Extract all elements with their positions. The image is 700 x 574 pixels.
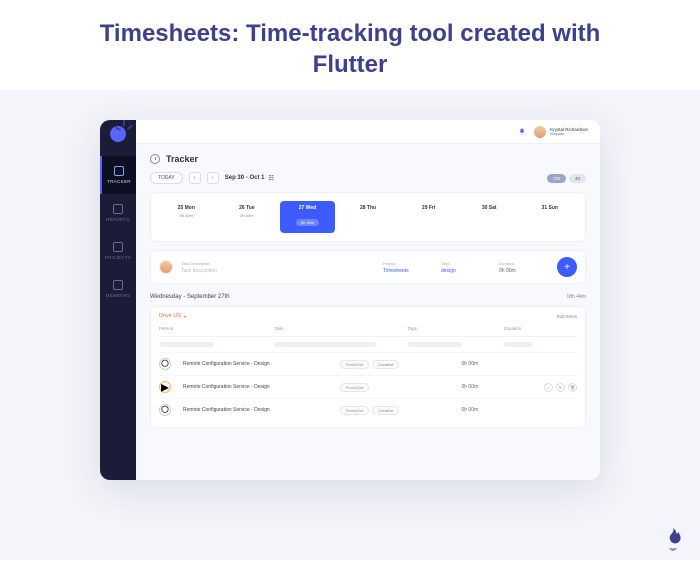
person-filter[interactable]: Drive US ▾ xyxy=(159,313,186,319)
prev-week-button[interactable]: ‹ xyxy=(189,172,201,184)
total-toggle[interactable]: ON 40 xyxy=(547,174,586,183)
clock-icon xyxy=(114,166,124,176)
skeleton-row xyxy=(159,337,577,353)
page-title: Timesheets: Time-tracking tool created w… xyxy=(0,0,700,90)
sidebar: TRACKER REPORTS PROJECTS MEMBERS xyxy=(100,120,136,480)
projects-icon xyxy=(113,242,123,252)
content: Tracker TODAY ‹ › Sep 30 - Oct 1 ☷ ON xyxy=(136,144,600,480)
start-button[interactable]: ○ xyxy=(544,383,553,392)
task-name: Remote Configuration Service - Design xyxy=(183,407,334,413)
day-total: 18h 44m xyxy=(567,294,586,300)
next-week-button[interactable]: › xyxy=(207,172,219,184)
duration: 0h 00m xyxy=(461,384,531,390)
members-icon xyxy=(113,280,123,290)
sidebar-item-label: TRACKER xyxy=(107,179,131,184)
sidebar-item-label: REPORTS xyxy=(106,217,130,222)
user-org: Miquido xyxy=(550,132,588,136)
today-button[interactable]: TODAY xyxy=(150,172,183,184)
task-name: Remote Configuration Service - Design xyxy=(183,384,334,390)
user-chip[interactable]: Krystal Richardson Miquido xyxy=(534,126,588,138)
day-header: Wednesday - September 27th xyxy=(150,294,230,300)
duration: 0h 00m xyxy=(461,407,531,413)
time-entry-row: ○ Remote Configuration Service - Design … xyxy=(159,399,577,421)
tags-label: Tags xyxy=(441,261,491,266)
tag: Creative xyxy=(372,406,399,415)
avatar xyxy=(159,260,173,274)
tags-select[interactable]: design xyxy=(441,268,491,274)
spark-decoration xyxy=(115,120,133,138)
task-desc-label: Task Description xyxy=(181,261,375,266)
day-sun[interactable]: 31 Sun xyxy=(522,201,577,233)
sidebar-item-projects[interactable]: PROJECTS xyxy=(100,232,136,270)
time-entry-row: ▸ Remote Configuration Service - Design … xyxy=(159,376,577,399)
duration-input[interactable]: 0h 00m xyxy=(499,268,549,274)
tag: Front-End xyxy=(340,360,370,369)
status-icon[interactable]: ○ xyxy=(159,358,171,370)
play-icon[interactable]: ▸ xyxy=(159,381,171,393)
project-select[interactable]: Timesheets xyxy=(383,268,433,274)
section-title: Tracker xyxy=(166,154,198,164)
edit-items-link[interactable]: Edit Items xyxy=(557,314,577,319)
edit-button[interactable]: ✎ xyxy=(556,383,565,392)
reports-icon xyxy=(113,204,123,214)
clock-icon xyxy=(150,154,160,164)
status-icon[interactable]: ○ xyxy=(159,404,171,416)
day-wed[interactable]: 27 Wed 0h 00m xyxy=(280,201,335,233)
date-range: Sep 30 - Oct 1 ☷ xyxy=(225,175,274,182)
date-row: TODAY ‹ › Sep 30 - Oct 1 ☷ ON 40 xyxy=(150,172,586,184)
new-task-row: Task Description Task description Projec… xyxy=(150,250,586,284)
sidebar-item-tracker[interactable]: TRACKER xyxy=(100,156,136,194)
column-headers: Person Task Tags Duration xyxy=(159,323,577,337)
main-area: Krystal Richardson Miquido Tracker TODAY… xyxy=(136,120,600,480)
task-name: Remote Configuration Service - Design xyxy=(183,361,334,367)
task-desc-input[interactable]: Task description xyxy=(181,268,375,274)
sidebar-item-reports[interactable]: REPORTS xyxy=(100,194,136,232)
project-label: Project xyxy=(383,261,433,266)
add-task-button[interactable]: + xyxy=(557,257,577,277)
brand-flame-icon xyxy=(660,526,686,552)
tag: Front-End xyxy=(340,406,370,415)
topbar: Krystal Richardson Miquido xyxy=(136,120,600,144)
tag: Creative xyxy=(372,360,399,369)
calendar-icon[interactable]: ☷ xyxy=(268,175,273,182)
tag: Front-End xyxy=(340,383,370,392)
duration: 0h 00m xyxy=(461,361,531,367)
chevron-down-icon: ▾ xyxy=(184,314,186,319)
sidebar-item-label: PROJECTS xyxy=(105,255,131,260)
stage: TRACKER REPORTS PROJECTS MEMBERS xyxy=(0,90,700,560)
day-fri[interactable]: 29 Fri xyxy=(401,201,456,233)
time-entry-row: ○ Remote Configuration Service - Design … xyxy=(159,353,577,376)
day-sat[interactable]: 30 Sat xyxy=(462,201,517,233)
day-tue[interactable]: 26 Tue 0h 00m xyxy=(220,201,275,233)
bell-icon[interactable] xyxy=(518,128,526,136)
day-thu[interactable]: 28 Thu xyxy=(341,201,396,233)
delete-button[interactable]: 🗑 xyxy=(568,383,577,392)
sidebar-item-label: MEMBERS xyxy=(106,293,131,298)
duration-label: Duration xyxy=(499,261,549,266)
app-window: TRACKER REPORTS PROJECTS MEMBERS xyxy=(100,120,600,480)
day-mon[interactable]: 25 Mon 8h 30m xyxy=(159,201,214,233)
week-strip: 25 Mon 8h 30m 26 Tue 0h 00m 27 Wed 0h 00… xyxy=(150,192,586,242)
entries-card: Drive US ▾ Edit Items Person Task Tags D… xyxy=(150,306,586,428)
avatar xyxy=(534,126,546,138)
sidebar-item-members[interactable]: MEMBERS xyxy=(100,270,136,308)
